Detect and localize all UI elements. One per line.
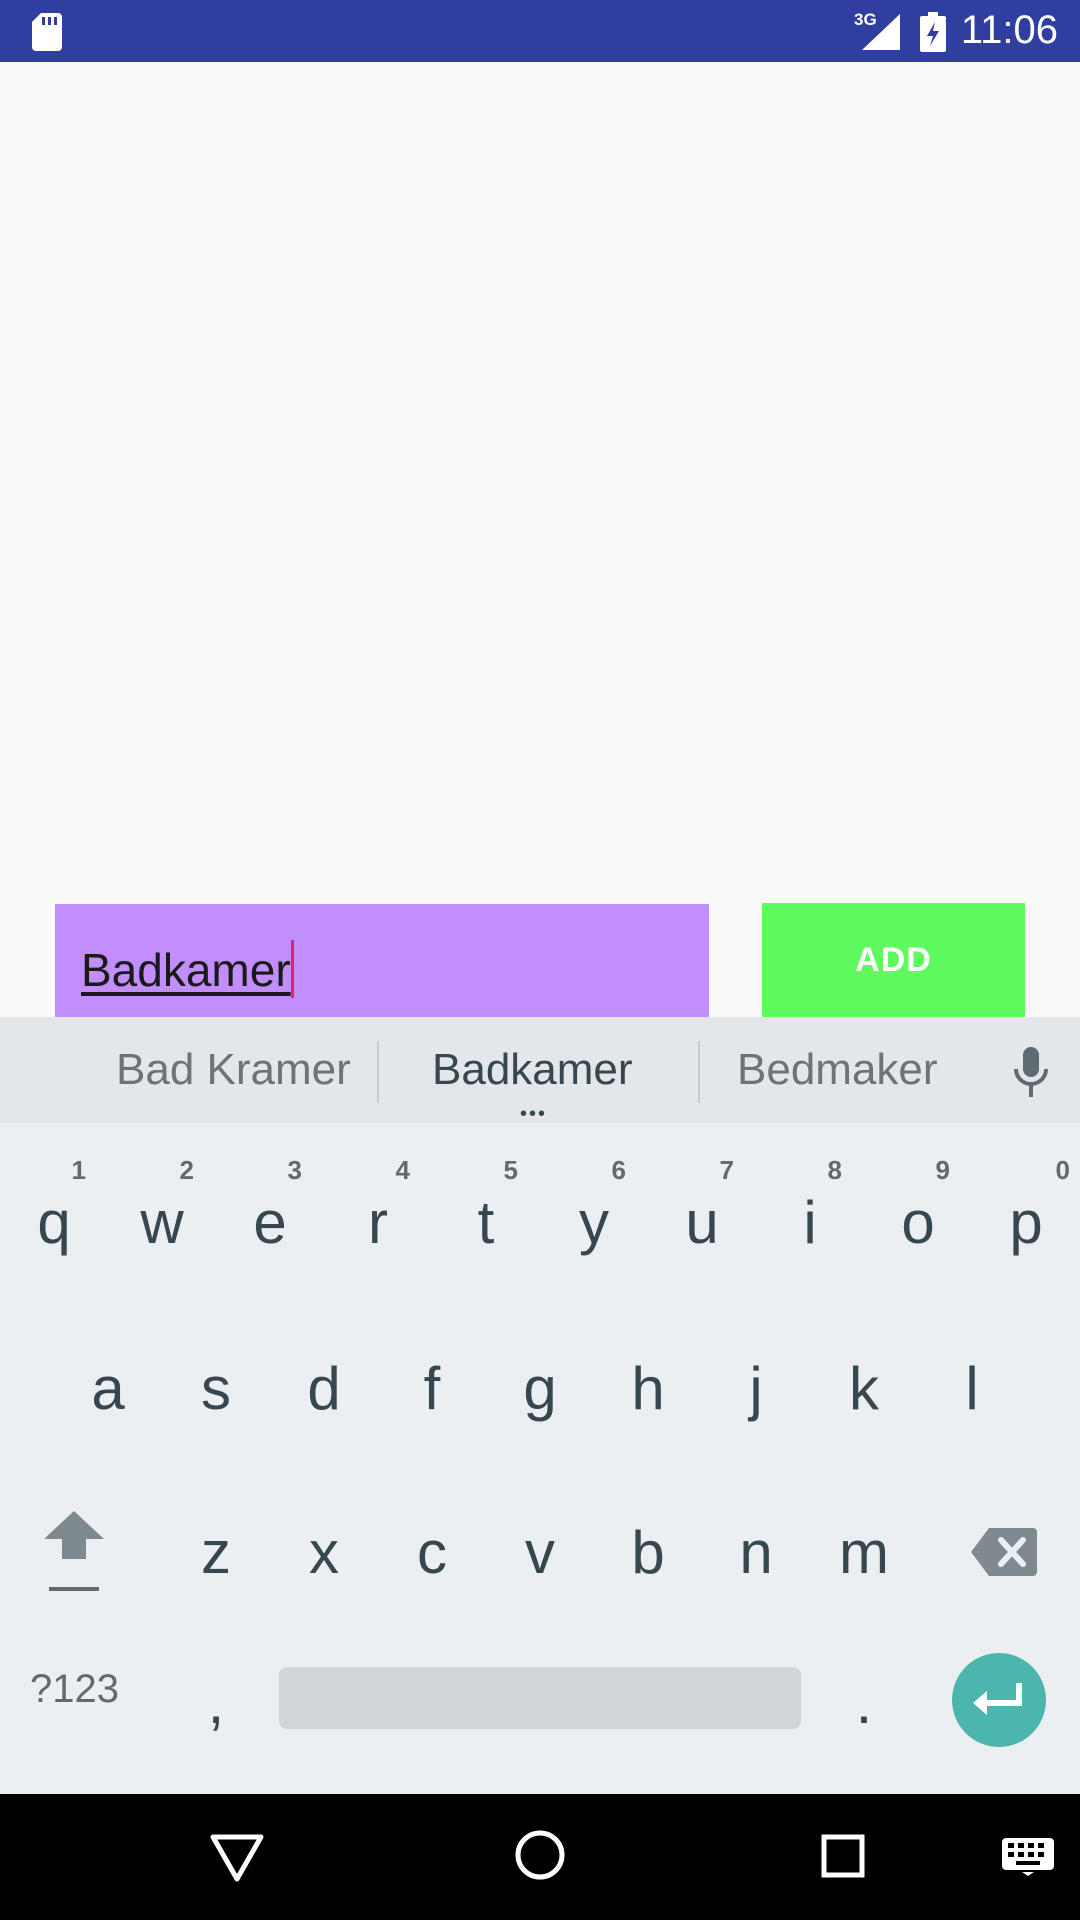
key-hint: 6 (611, 1155, 626, 1185)
microphone-icon[interactable] (1012, 1047, 1050, 1099)
key-hint: 1 (71, 1155, 86, 1185)
key-hint: 4 (395, 1155, 410, 1185)
home-icon[interactable] (515, 1830, 565, 1880)
space-bar[interactable] (279, 1667, 801, 1729)
shift-key[interactable] (20, 1477, 128, 1627)
enter-icon (973, 1683, 1022, 1715)
suggestion-right[interactable]: Bedmaker (737, 1045, 938, 1095)
input-text: Badkamer (81, 944, 291, 996)
clock: 11:06 (960, 8, 1058, 52)
period-key[interactable]: . (810, 1627, 918, 1777)
key-e[interactable]: e3 (216, 1147, 324, 1297)
key-o[interactable]: o9 (864, 1147, 972, 1297)
shift-icon (44, 1511, 104, 1591)
suggestion-left[interactable]: Bad Kramer (116, 1045, 351, 1095)
keyboard-switch-icon[interactable] (1002, 1838, 1054, 1876)
key-label: i (803, 1188, 817, 1256)
key-label: t (477, 1188, 495, 1256)
key-f[interactable]: f (378, 1313, 486, 1463)
key-label: p (1009, 1188, 1043, 1256)
more-suggestions-indicator[interactable]: ••• (520, 1104, 547, 1124)
suggestion-divider (377, 1041, 379, 1103)
key-label: o (901, 1188, 935, 1256)
navigation-bar (0, 1794, 1080, 1920)
key-hint: 8 (827, 1155, 842, 1185)
suggestion-divider (698, 1041, 700, 1103)
key-p[interactable]: p0 (972, 1147, 1080, 1297)
item-name-input[interactable]: Badkamer (55, 904, 709, 1018)
key-s[interactable]: s (162, 1313, 270, 1463)
key-b[interactable]: b (594, 1477, 702, 1627)
back-icon[interactable] (210, 1834, 264, 1882)
backspace-icon (971, 1528, 1037, 1576)
enter-key[interactable] (952, 1653, 1046, 1747)
recents-icon[interactable] (821, 1834, 865, 1878)
key-a[interactable]: a (54, 1313, 162, 1463)
key-r[interactable]: r4 (324, 1147, 432, 1297)
key-d[interactable]: d (270, 1313, 378, 1463)
item-name-input-value[interactable]: Badkamer (81, 940, 294, 998)
key-u[interactable]: u7 (648, 1147, 756, 1297)
app-content (0, 62, 1080, 1017)
symbols-key[interactable]: ?123 (30, 1667, 119, 1712)
key-label: u (685, 1188, 719, 1256)
key-label: e (253, 1188, 287, 1256)
key-i[interactable]: i8 (756, 1147, 864, 1297)
battery-charging-icon (920, 12, 946, 52)
key-y[interactable]: y6 (540, 1147, 648, 1297)
suggestion-strip: Bad Kramer Badkamer ••• Bedmaker (0, 1017, 1080, 1124)
status-bar: 3G 11:06 (0, 0, 1080, 62)
add-button[interactable]: ADD (762, 903, 1025, 1018)
key-k[interactable]: k (810, 1313, 918, 1463)
key-label: q (37, 1188, 71, 1256)
signal-icon (862, 14, 900, 50)
key-x[interactable]: x (270, 1477, 378, 1627)
key-v[interactable]: v (486, 1477, 594, 1627)
key-m[interactable]: m (810, 1477, 918, 1627)
key-hint: 2 (179, 1155, 194, 1185)
soft-keyboard: Bad Kramer Badkamer ••• Bedmaker q1 w2 e… (0, 1017, 1080, 1794)
backspace-key[interactable] (950, 1477, 1058, 1627)
key-hint: 7 (719, 1155, 734, 1185)
key-w[interactable]: w2 (108, 1147, 216, 1297)
key-t[interactable]: t5 (432, 1147, 540, 1297)
sd-card-icon (32, 13, 62, 51)
key-q[interactable]: q1 (0, 1147, 108, 1297)
comma-key[interactable]: , (162, 1627, 270, 1777)
key-hint: 5 (503, 1155, 518, 1185)
key-l[interactable]: l (918, 1313, 1026, 1463)
suggestion-center[interactable]: Badkamer (432, 1045, 633, 1095)
key-label: y (579, 1188, 609, 1256)
key-label: w (140, 1188, 184, 1256)
key-z[interactable]: z (162, 1477, 270, 1627)
key-g[interactable]: g (486, 1313, 594, 1463)
key-hint: 9 (935, 1155, 950, 1185)
key-label: r (368, 1188, 388, 1256)
text-cursor (290, 940, 294, 998)
key-h[interactable]: h (594, 1313, 702, 1463)
key-c[interactable]: c (378, 1477, 486, 1627)
key-j[interactable]: j (702, 1313, 810, 1463)
key-hint: 0 (1055, 1155, 1070, 1185)
key-n[interactable]: n (702, 1477, 810, 1627)
key-hint: 3 (287, 1155, 302, 1185)
